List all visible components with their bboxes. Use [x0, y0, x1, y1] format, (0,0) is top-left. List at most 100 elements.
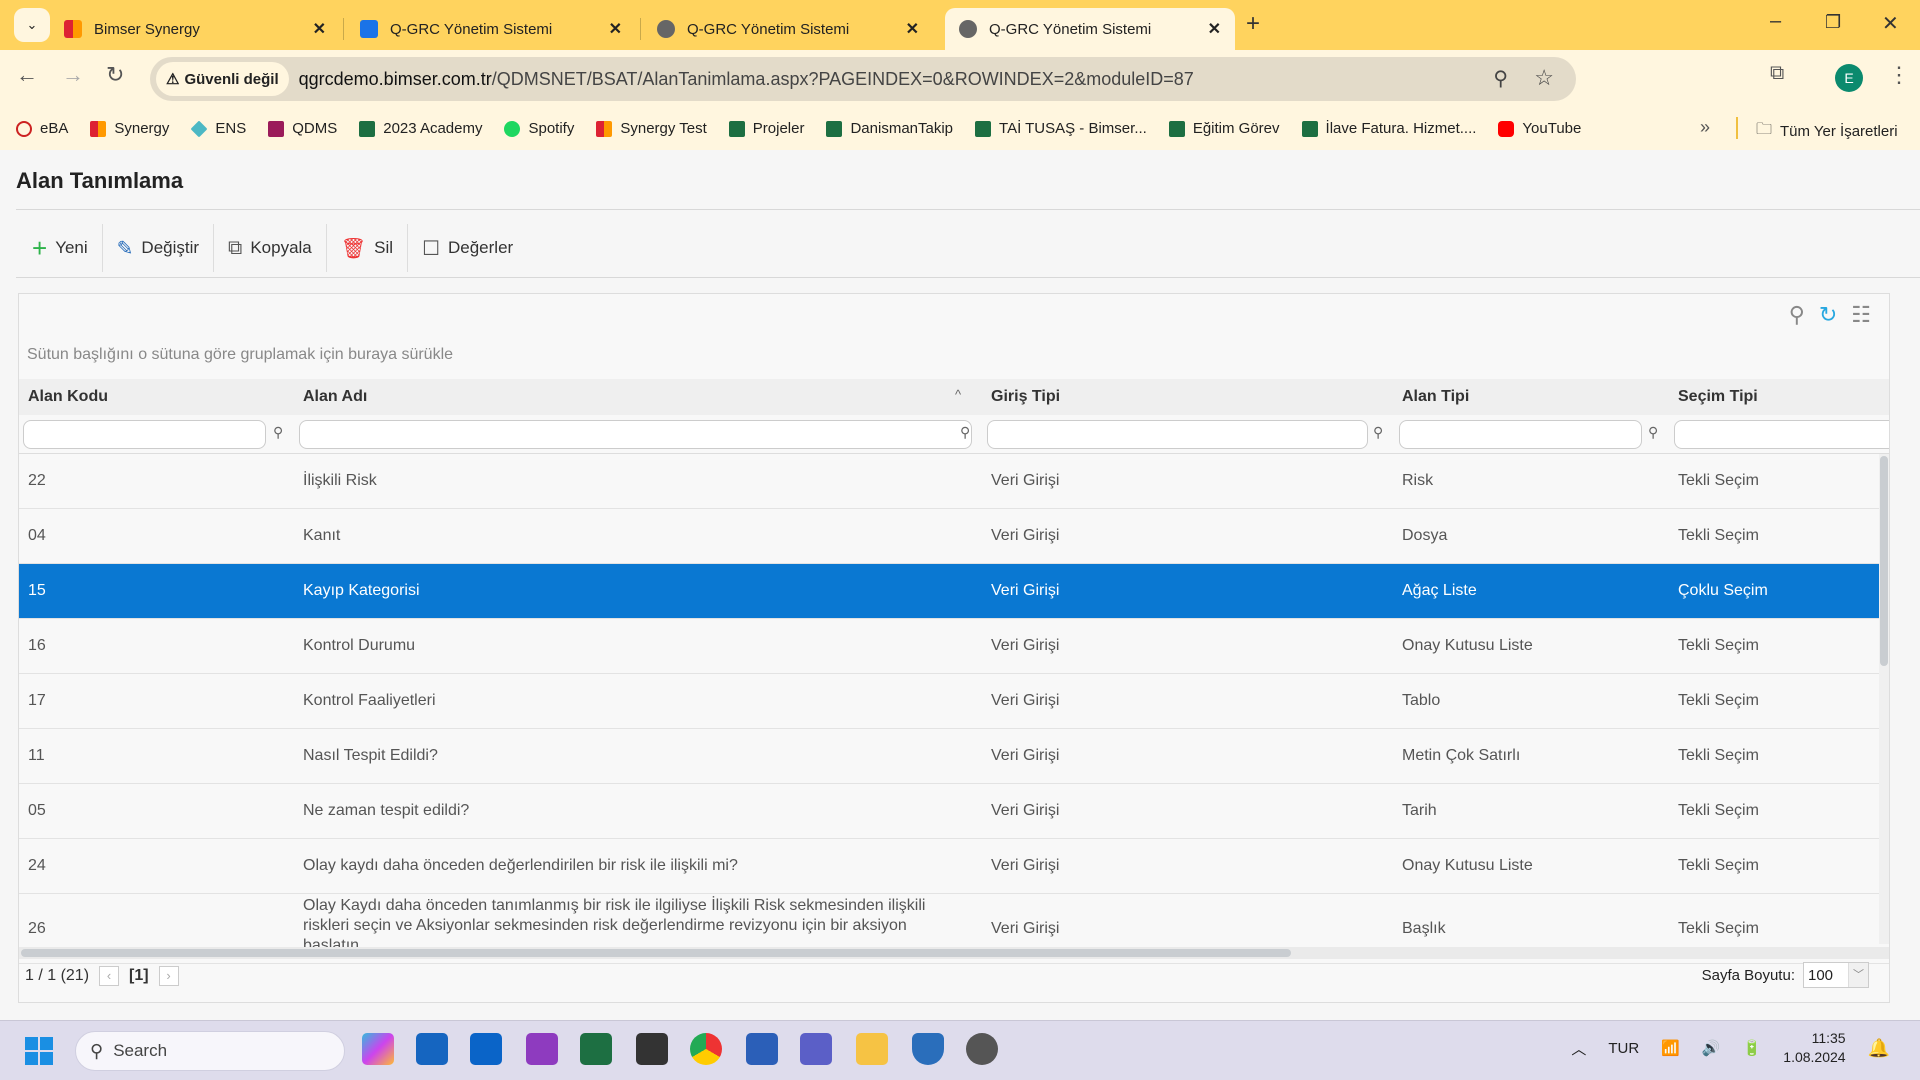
table-row[interactable]: 15 Kayıp Kategorisi Veri Girişi Ağaç Liste Ç…: [19, 564, 1889, 619]
security-indicator[interactable]: ⚠ Güvenli değil: [156, 62, 289, 96]
delete-button[interactable]: 🗑 Sil: [327, 224, 409, 272]
bookmark-danismantakip[interactable]: DanismanTakip: [826, 120, 953, 137]
profile-avatar[interactable]: E: [1835, 64, 1863, 92]
column-header-secim-tipi[interactable]: Seçim Tipi: [1678, 388, 1758, 406]
menu-icon[interactable]: ⋮: [1888, 62, 1910, 88]
filter-icon[interactable]: ⚲: [1373, 424, 1383, 441]
bookmark-eba[interactable]: eBA: [16, 120, 68, 137]
table-row[interactable]: 24 Olay kaydı daha önceden değerlendirile…: [19, 839, 1889, 894]
filter-input-alan-kodu[interactable]: [23, 420, 266, 449]
clock[interactable]: 11:35 1.08.2024: [1783, 1029, 1845, 1067]
windows-start-icon[interactable]: [25, 1037, 53, 1065]
filter-icon[interactable]: ⚲: [273, 424, 283, 441]
battery-icon[interactable]: 🔋: [1743, 1039, 1762, 1057]
settings-gear-icon[interactable]: [966, 1033, 998, 1065]
outlook-icon[interactable]: [470, 1033, 502, 1065]
column-header-giris-tipi[interactable]: Giriş Tipi: [991, 388, 1060, 406]
table-row[interactable]: 16 Kontrol Durumu Veri Girişi Onay Kutusu L…: [19, 619, 1889, 674]
cell-alan-kodu: 24: [28, 857, 46, 874]
back-button[interactable]: ←: [16, 62, 38, 88]
values-button[interactable]: ☐ Değerler: [408, 224, 527, 272]
restore-button[interactable]: ❐: [1825, 12, 1841, 33]
edit-button[interactable]: ✎ Değiştir: [103, 224, 215, 272]
close-window-button[interactable]: ✕: [1882, 11, 1899, 36]
bookmark-spotify[interactable]: Spotify: [504, 120, 574, 137]
group-panel-hint[interactable]: Sütun başlığını o sütuna göre gruplamak …: [27, 346, 453, 364]
tab-search-button[interactable]: ⌄: [14, 8, 50, 42]
bookmarks-overflow-button[interactable]: »: [1700, 117, 1710, 138]
bookmark-2023-academy[interactable]: 2023 Academy: [359, 120, 482, 137]
bookmark-qdms[interactable]: QDMS: [268, 120, 337, 137]
zoom-icon[interactable]: ⚲: [1493, 66, 1508, 91]
scrollbar-thumb[interactable]: [1880, 456, 1888, 666]
taskbar-search[interactable]: ⚲ Search: [75, 1031, 345, 1071]
copilot-icon[interactable]: [362, 1033, 394, 1065]
word-icon[interactable]: [746, 1033, 778, 1065]
close-tab-icon[interactable]: ✕: [1208, 19, 1221, 39]
all-bookmarks-button[interactable]: 🗀 Tüm Yer İşaretleri: [1756, 118, 1898, 145]
chevron-up-icon[interactable]: ︿: [1571, 1038, 1586, 1059]
next-page-button[interactable]: ›: [158, 966, 179, 986]
table-row[interactable]: 22 İlişkili Risk Veri Girişi Risk Tekli Seçi…: [19, 454, 1889, 509]
page-size-select[interactable]: 100 ﹀: [1803, 962, 1869, 988]
table-row[interactable]: 05 Ne zaman tespit edildi? Veri Girişi Tari…: [19, 784, 1889, 839]
new-tab-button[interactable]: +: [1246, 10, 1260, 38]
minimize-button[interactable]: –: [1770, 10, 1781, 33]
new-button[interactable]: + Yeni: [18, 224, 103, 272]
table-row[interactable]: 11 Nasıl Tespit Edildi? Veri Girişi Metin Ç…: [19, 729, 1889, 784]
extensions-icon[interactable]: ⧉: [1770, 62, 1784, 85]
security-shield-icon[interactable]: [912, 1033, 944, 1065]
filter-icon[interactable]: ⚲: [1648, 424, 1658, 441]
language-indicator[interactable]: TUR: [1608, 1040, 1639, 1057]
close-tab-icon[interactable]: ✕: [609, 19, 622, 39]
table-row[interactable]: 04 Kanıt Veri Girişi Dosya Tekli Seçim: [19, 509, 1889, 564]
bookmark-egitim-gorev[interactable]: Eğitim Görev: [1168, 120, 1280, 137]
teams-icon[interactable]: [800, 1033, 832, 1065]
bookmark-synergy-test[interactable]: Synergy Test: [596, 120, 707, 137]
address-bar[interactable]: ⚠ Güvenli değil qgrcdemo.bimser.com.tr/QD…: [150, 57, 1576, 101]
forward-button[interactable]: →: [62, 62, 84, 88]
prev-page-button[interactable]: ‹: [99, 966, 120, 986]
bookmark-tai-tusas[interactable]: TAİ TUSAŞ - Bimser...: [975, 120, 1147, 137]
excel-icon[interactable]: [580, 1033, 612, 1065]
volume-icon[interactable]: 🔊: [1702, 1039, 1721, 1057]
tab-qgrc-1[interactable]: Q-GRC Yönetim Sistemi ✕: [346, 8, 636, 50]
close-tab-icon[interactable]: ✕: [906, 19, 919, 39]
clear-filter-icon[interactable]: ⚲: [1789, 302, 1805, 328]
filter-input-secim-tipi[interactable]: [1674, 420, 1889, 449]
filter-icon[interactable]: ⚲: [960, 424, 970, 441]
bookmark-ilave-fatura[interactable]: İlave Fatura. Hizmet....: [1301, 120, 1476, 137]
column-settings-icon[interactable]: ☷: [1851, 302, 1871, 328]
chevron-down-icon[interactable]: ﹀: [1848, 963, 1868, 987]
onenote-icon[interactable]: [526, 1033, 558, 1065]
wifi-icon[interactable]: 📶: [1661, 1039, 1680, 1057]
bookmark-projeler[interactable]: Projeler: [728, 120, 804, 137]
column-header-alan-adi[interactable]: Alan Adı: [303, 388, 367, 406]
chrome-icon[interactable]: [690, 1033, 722, 1065]
url-text[interactable]: qgrcdemo.bimser.com.tr/QDMSNET/BSAT/Alan…: [299, 69, 1194, 90]
filter-input-alan-tipi[interactable]: [1399, 420, 1642, 449]
refresh-icon[interactable]: ↻: [1819, 302, 1837, 328]
bookmark-star-icon[interactable]: ☆: [1534, 65, 1554, 91]
widgets-icon[interactable]: [416, 1033, 448, 1065]
scrollbar-thumb[interactable]: [21, 949, 1291, 957]
horizontal-scrollbar[interactable]: [19, 947, 1889, 959]
file-explorer-icon[interactable]: [856, 1033, 888, 1065]
bookmark-synergy[interactable]: Synergy: [90, 120, 169, 137]
filter-input-alan-adi[interactable]: [299, 420, 972, 449]
bookmark-youtube[interactable]: YouTube: [1498, 120, 1581, 137]
tab-qgrc-2[interactable]: Q-GRC Yönetim Sistemi ✕: [643, 8, 933, 50]
copy-button[interactable]: ⧉ Kopyala: [214, 224, 327, 272]
table-row[interactable]: 17 Kontrol Faaliyetleri Veri Girişi Tablo Te…: [19, 674, 1889, 729]
column-header-alan-tipi[interactable]: Alan Tipi: [1402, 388, 1469, 406]
notification-bell-icon[interactable]: 🔔: [1868, 1038, 1890, 1059]
bookmark-ens[interactable]: ENS: [190, 120, 246, 137]
tab-bimser-synergy[interactable]: Bimser Synergy ✕: [50, 8, 340, 50]
close-tab-icon[interactable]: ✕: [313, 19, 326, 39]
sticky-notes-icon[interactable]: [636, 1033, 668, 1065]
vertical-scrollbar[interactable]: [1879, 454, 1889, 944]
reload-button[interactable]: ↻: [106, 62, 124, 88]
tab-qgrc-active[interactable]: Q-GRC Yönetim Sistemi ✕: [945, 8, 1235, 50]
filter-input-giris-tipi[interactable]: [987, 420, 1368, 449]
column-header-alan-kodu[interactable]: Alan Kodu: [28, 388, 108, 406]
